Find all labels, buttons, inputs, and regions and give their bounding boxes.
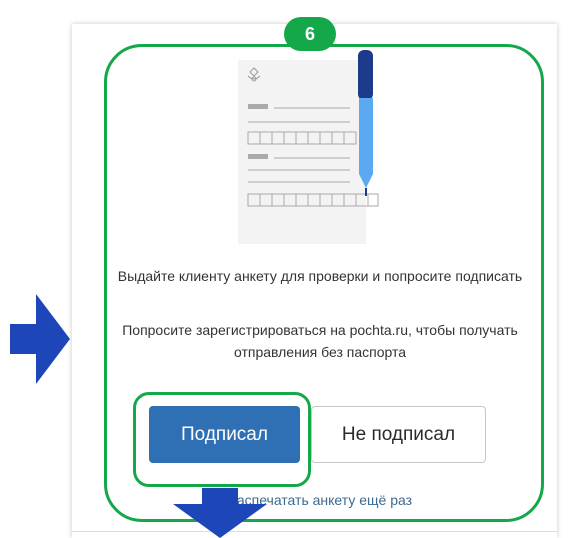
- panel-divider: [72, 531, 557, 532]
- arrow-down-icon: [173, 488, 267, 538]
- arrow-right-icon: [10, 294, 70, 384]
- step-number-badge: 6: [284, 17, 336, 51]
- signed-button-highlight: [133, 392, 311, 487]
